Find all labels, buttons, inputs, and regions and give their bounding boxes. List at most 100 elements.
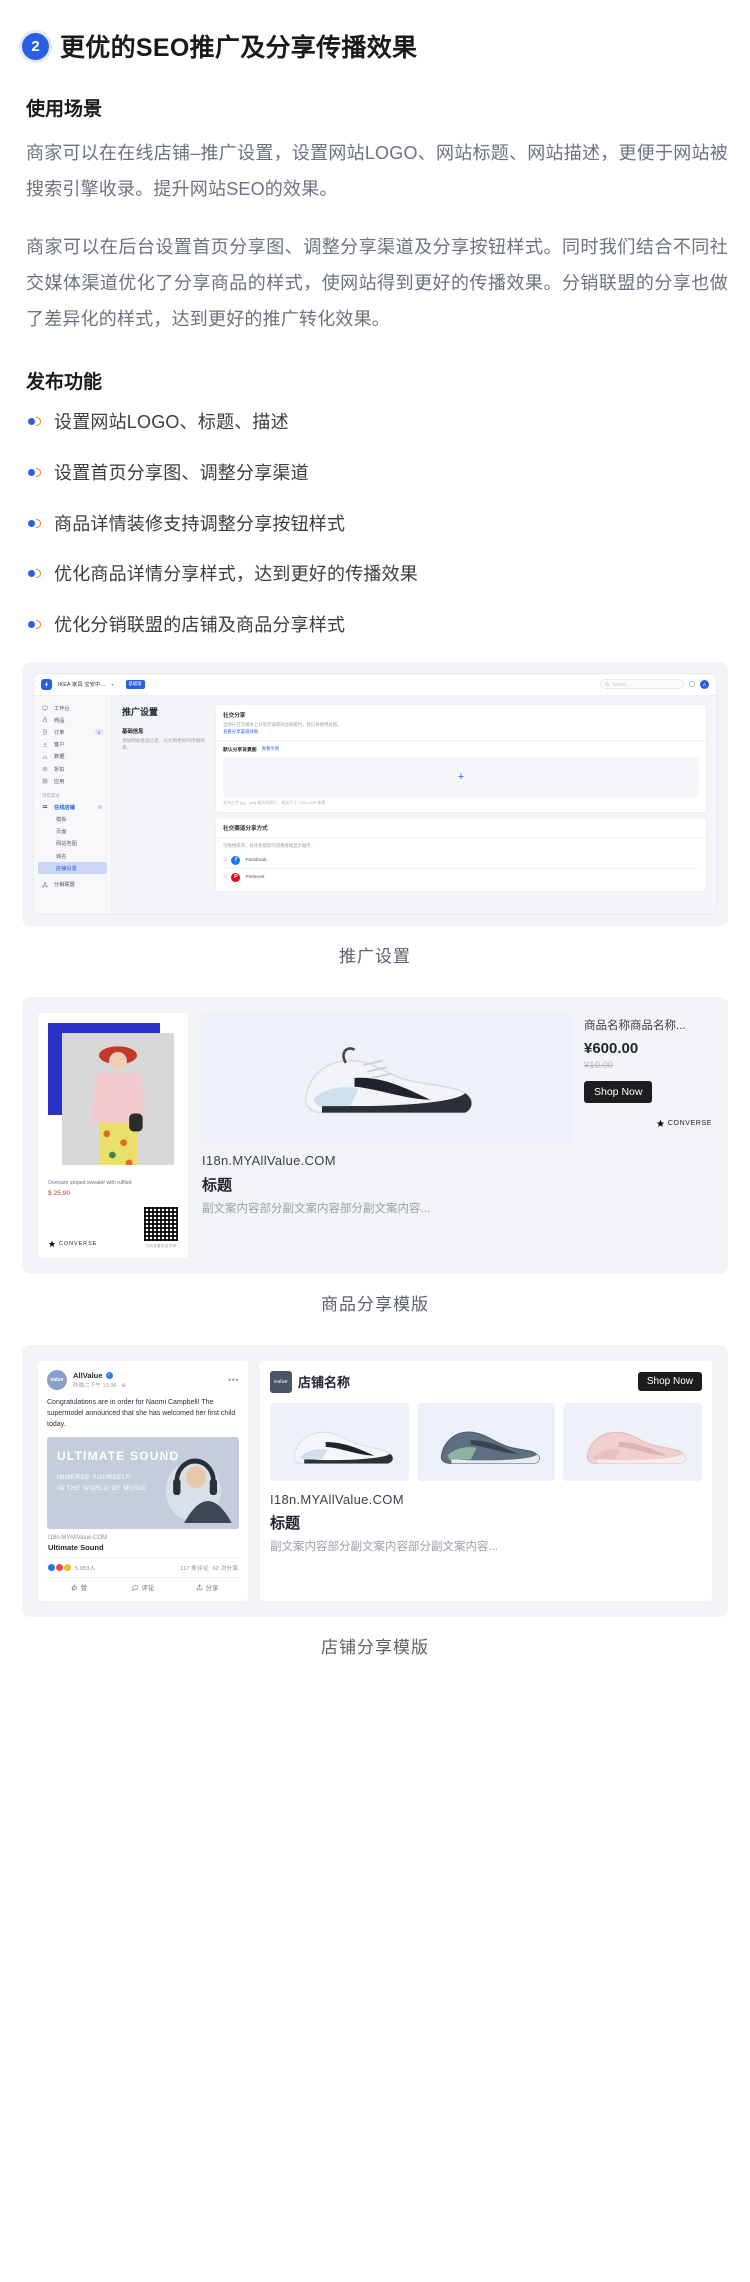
product-thumb[interactable] (416, 1402, 556, 1481)
share-count: 62 次分享 (212, 1566, 238, 1573)
sidebar-item-affiliate[interactable]: 分销联盟 (34, 878, 111, 890)
list-item: 优化分销联盟的店铺及商品分享样式 (28, 611, 728, 640)
list-item: 商品详情装修支持调整分享按钮样式 (28, 510, 728, 539)
admin-window: IKEA 家具 宝安中... ▾ 基础版 Search... A 工作台 商品 … (34, 673, 716, 914)
more-options-icon[interactable]: ••• (228, 1375, 239, 1385)
uploader-hint: 支持上传 jpg、png 格式的图片，建议尺寸 1200×630 像素 (223, 799, 326, 805)
social-share-card: 社交分享 当你在社交媒体上分享店铺或商品链接时，我们将使用此图。 查看分享渠道效… (216, 704, 706, 812)
channel-name: Pinterest (245, 874, 265, 880)
table-row[interactable]: ☰ P Pinterest (223, 869, 699, 885)
sidebar-item-customers[interactable]: 客户 (34, 739, 111, 751)
share-label: 分享 (205, 1585, 219, 1593)
comment-label: 评论 (141, 1585, 155, 1593)
social-share-desc: 当你在社交媒体上分享店铺或商品链接时，我们将使用此图。 (223, 721, 342, 727)
sidebar-item-templates[interactable]: 模板 (34, 813, 111, 825)
product-share-preview: 商品名称商品名称... ¥600.00 ¥10.00 Shop Now CONV… (200, 1012, 712, 1258)
topbar-actions: Search... A (600, 679, 709, 690)
avatar[interactable]: A (700, 679, 709, 689)
admin-body: 工作台 商品 订单 5 客户 数据 折扣 应用 销售渠道 在线店铺 模板 页面 … (34, 695, 716, 914)
feature-list: 设置网站LOGO、标题、描述 设置首页分享图、调整分享渠道 商品详情装修支持调整… (28, 408, 728, 640)
feature-label: 设置首页分享图、调整分享渠道 (54, 462, 309, 483)
uploader-label: 默认分享背景图 (223, 747, 257, 753)
brand-label: CONVERSE (59, 1240, 98, 1247)
search-placeholder: Search... (612, 681, 630, 687)
bullet-icon (28, 518, 43, 528)
order-icon (43, 729, 47, 735)
user-icon (42, 742, 48, 747)
product-thumb-grid (270, 1402, 703, 1481)
shop-selector-label[interactable]: IKEA 家具 宝安中... (58, 681, 105, 688)
banner-title: ULTIMATE SOUND (57, 1449, 180, 1464)
sneaker-illustration (440, 1431, 540, 1464)
sidebar-item-orders[interactable]: 订单 5 (34, 726, 111, 738)
drag-handle-icon[interactable]: ☰ (223, 857, 228, 863)
table-row[interactable]: ☰ f Facebook (223, 852, 699, 870)
product-image (200, 1012, 574, 1143)
sidebar-item-label: 分销联盟 (54, 882, 75, 889)
share-button[interactable]: 分享 (175, 1583, 239, 1592)
sidebar-item-label: 折扣 (54, 766, 65, 773)
feature-label: 商品详情装修支持调整分享按钮样式 (54, 513, 346, 534)
star-icon (48, 1240, 56, 1247)
shop-share-preview: ealue 店铺名称 Shop Now I18n.MYAllValue.COM … (260, 1360, 712, 1602)
shop-share-card: ealue AllValue ✓ 昨晚二下午 10:36 · ⊕ ••• Con… (22, 1344, 728, 1618)
sidebar-item-shop-settings[interactable]: 店铺设置 (38, 862, 107, 875)
admin-main: 推广设置 基础信息 添加网站基础信息，以达到更好的传播效果。 社交分享 当你在社… (112, 695, 716, 914)
drag-handle-icon[interactable]: ☰ (223, 874, 228, 880)
brand-label: CONVERSE (667, 1119, 712, 1127)
divider (216, 739, 706, 741)
author-label: AllValue (73, 1370, 103, 1380)
bullet-icon (28, 620, 43, 630)
page-title: 更优的SEO推广及分享传播效果 (60, 34, 418, 62)
sneaker-illustration (304, 1047, 473, 1114)
star-icon (656, 1119, 665, 1127)
sidebar-item-label: 商品 (54, 717, 65, 724)
bell-icon[interactable] (689, 681, 695, 688)
sidebar-item-analytics[interactable]: 数据 (34, 751, 111, 763)
admin-screenshot-card: IKEA 家具 宝安中... ▾ 基础版 Search... A 工作台 商品 … (22, 661, 728, 926)
view-example-link[interactable]: 查看示例 (262, 746, 280, 752)
chevron-down-icon[interactable]: ▾ (111, 682, 113, 687)
channel-name: Facebook (245, 857, 267, 863)
list-item: 设置首页分享图、调整分享渠道 (28, 459, 728, 488)
image-uploader[interactable]: + (223, 756, 699, 797)
plus-icon: + (457, 770, 465, 783)
eye-icon[interactable] (97, 804, 103, 810)
bullet-icon (28, 417, 43, 426)
sidebar-item-sitemap[interactable]: 网站地图 (34, 838, 111, 850)
shop-now-button[interactable]: Shop Now (584, 1080, 653, 1103)
product-thumb[interactable] (563, 1402, 703, 1481)
product-thumb[interactable] (270, 1402, 409, 1481)
shop-now-button[interactable]: Shop Now (637, 1372, 702, 1392)
sidebar-item-products[interactable]: 商品 (34, 714, 111, 726)
product-price: ¥600.00 (584, 1039, 639, 1057)
chart-icon (43, 755, 47, 759)
view-channel-effect-link[interactable]: 查看分享渠道效果 (223, 729, 699, 735)
editorial-price: $ 25.90 (48, 1189, 70, 1197)
plan-badge: 基础版 (125, 679, 145, 689)
scenario-paragraph-2: 商家可以在后台设置首页分享图、调整分享渠道及分享按钮样式。同时我们结合不同社交媒… (26, 237, 728, 329)
panel-title: 推广设置 (122, 706, 159, 717)
bag-icon (42, 717, 48, 723)
sidebar-item-apps[interactable]: 应用 (34, 775, 111, 787)
sidebar-item-domain[interactable]: 域名 (34, 850, 111, 862)
like-button[interactable]: 赞 (47, 1583, 111, 1592)
sidebar-item-online-store[interactable]: 在线店铺 (34, 801, 111, 813)
search-input[interactable]: Search... (600, 679, 684, 690)
editorial-image (48, 1022, 178, 1173)
feature-label: 设置网站LOGO、标题、描述 (54, 412, 289, 432)
sidebar-item-pages[interactable]: 页面 (34, 826, 111, 838)
shop-logo: ealue (270, 1370, 292, 1393)
sidebar-item-discounts[interactable]: 折扣 (34, 763, 111, 775)
admin-topbar: IKEA 家具 宝安中... ▾ 基础版 Search... A (34, 673, 716, 696)
list-item: 优化商品详情分享样式，达到更好的传播效果 (28, 560, 728, 589)
shop-card-meta: I18n.MYAllValue.COM 标题 副文案内容部分副文案内容部分副文案… (270, 1492, 702, 1554)
post-banner-image: ULTIMATE SOUND IMMERSE YOURSELF IN THE W… (47, 1437, 239, 1530)
sidebar-item-workbench[interactable]: 工作台 (34, 702, 111, 714)
facebook-icon: f (231, 855, 241, 865)
sidebar-item-label: 在线店铺 (54, 804, 75, 811)
comment-button[interactable]: 评论 (111, 1583, 175, 1592)
post-stats: 5,053人 117 条评论 62 次分享 (47, 1558, 239, 1577)
social-share-title: 社交分享 (223, 712, 246, 719)
settings-left-pane: 推广设置 基础信息 添加网站基础信息，以达到更好的传播效果。 (122, 705, 208, 905)
